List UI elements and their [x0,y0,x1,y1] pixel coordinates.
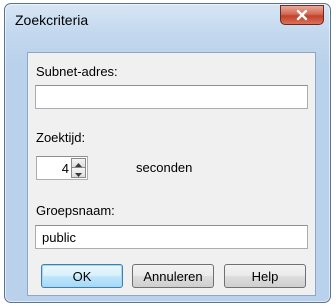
search-time-label: Zoektijd: [36,130,86,145]
search-time-value: 4 [61,161,69,176]
dialog-content: Subnet-adres: Zoektijd: 4 seconden Groep… [27,52,316,296]
ok-button[interactable]: OK [41,264,123,288]
subnet-label: Subnet-adres: [36,64,118,79]
close-button[interactable] [280,5,324,25]
subnet-input[interactable] [35,85,308,109]
arrow-down-icon [75,164,82,182]
group-name-input[interactable]: public [35,225,308,249]
window-title: Zoekcriteria [15,12,89,28]
group-name-label: Groepsnaam: [36,203,115,218]
dialog-window: Zoekcriteria Subnet-adres: Zoektijd: 4 s… [4,3,331,303]
group-name-value: public [42,230,76,245]
spin-down-button[interactable] [71,168,86,178]
help-button[interactable]: Help [224,264,306,288]
search-time-spinner[interactable]: 4 [36,156,88,180]
cancel-button[interactable]: Annuleren [132,264,214,288]
close-icon [296,9,308,21]
search-time-unit: seconden [136,160,193,175]
